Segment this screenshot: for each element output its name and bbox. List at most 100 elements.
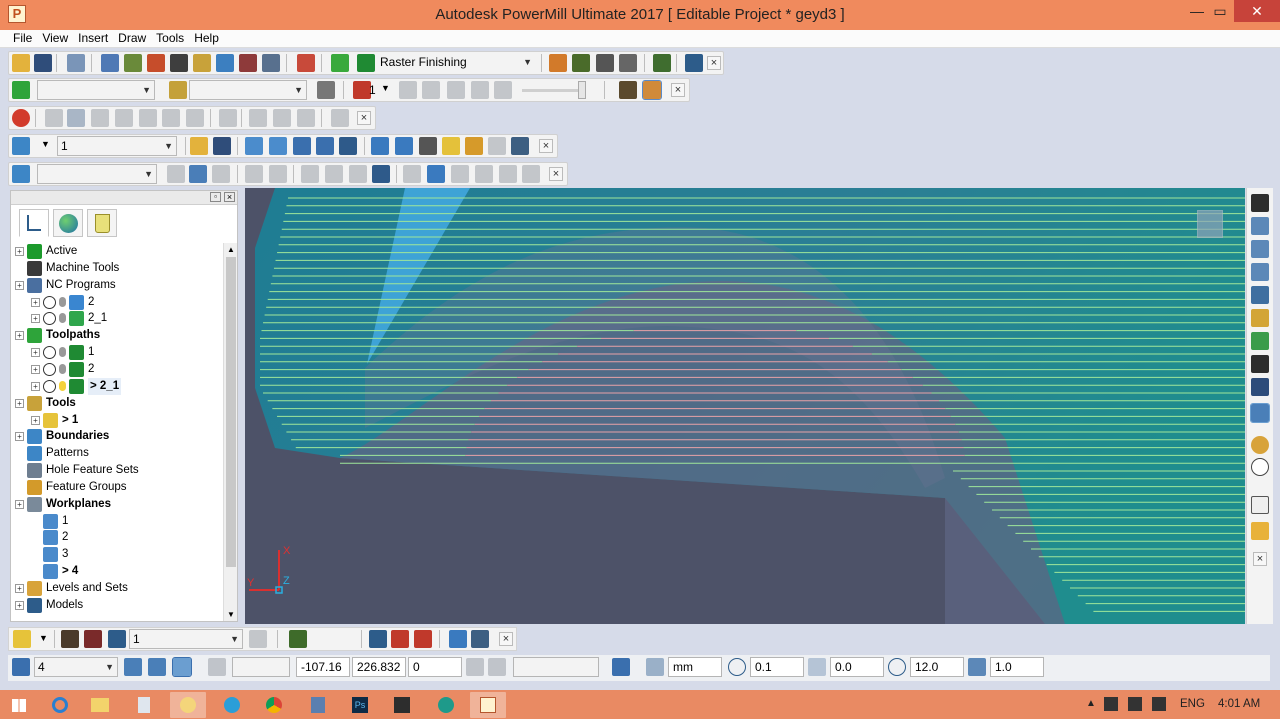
close-simulation-toolbar-icon[interactable]: × — [671, 83, 685, 97]
view-side-icon[interactable] — [1251, 240, 1269, 258]
tray-up-arrow-icon[interactable]: ▲ — [1086, 698, 1096, 709]
pattern-save-icon[interactable] — [269, 165, 287, 183]
scroll-down-icon[interactable]: ▼ — [227, 610, 235, 619]
end-point-icon[interactable] — [239, 54, 257, 72]
close-view-toolbar-icon[interactable]: × — [1253, 552, 1267, 566]
close-panel-icon[interactable]: × — [224, 192, 235, 202]
tool-shade-disabled-icon[interactable] — [249, 630, 267, 648]
pattern-curve-icon[interactable] — [301, 165, 319, 183]
close-tool-toolbar-icon[interactable]: × — [499, 632, 513, 646]
stock-select[interactable]: 4 ▼ — [34, 657, 118, 677]
viewmill-active-icon[interactable] — [67, 109, 85, 127]
save-boundary-icon[interactable] — [213, 137, 231, 155]
wireframe-globe-icon[interactable] — [1251, 458, 1269, 476]
zoom-all-icon[interactable] — [1251, 355, 1269, 373]
toolpath-editor-icon[interactable] — [572, 54, 590, 72]
pattern-reverse-icon[interactable] — [427, 165, 445, 183]
expand-icon[interactable]: + — [31, 348, 40, 358]
pattern-eraser-icon[interactable] — [451, 165, 469, 183]
expand-icon[interactable]: + — [31, 415, 40, 425]
expand-icon[interactable]: + — [31, 364, 40, 374]
bulb-icon[interactable] — [59, 380, 66, 391]
boundary-select[interactable]: 1 ▼ — [57, 136, 177, 156]
leads-links-icon[interactable] — [193, 54, 211, 72]
thickness-field[interactable]: 0.0 — [830, 657, 884, 677]
expand-icon[interactable]: + — [15, 398, 24, 408]
cut-icon[interactable] — [511, 137, 529, 155]
diameter-field[interactable]: 12.0 — [910, 657, 964, 677]
reverse-icon[interactable] — [395, 137, 413, 155]
menu-insert[interactable]: Insert — [73, 30, 113, 47]
taskbar-telegram[interactable] — [214, 692, 250, 718]
eraser-icon[interactable] — [442, 137, 460, 155]
coord-y-field[interactable]: 226.832 — [352, 657, 406, 677]
view-front-icon[interactable] — [1251, 217, 1269, 235]
taskbar-notes[interactable] — [126, 692, 162, 718]
calculate-toolpath-icon[interactable] — [549, 54, 567, 72]
workplane-icon[interactable] — [653, 54, 671, 72]
step-forward-icon[interactable] — [471, 81, 489, 99]
start-button[interactable] — [2, 692, 36, 718]
bulb-icon[interactable] — [317, 81, 335, 99]
pick-cursor-icon[interactable] — [1251, 522, 1269, 540]
workplane-status-2-icon[interactable] — [148, 658, 166, 676]
exit-viewmill-icon[interactable] — [331, 109, 349, 127]
ruler-icon[interactable] — [619, 54, 637, 72]
calculator-icon[interactable] — [596, 54, 614, 72]
taskbar-chrome[interactable] — [256, 692, 292, 718]
stepover-field[interactable]: 1.0 — [990, 657, 1044, 677]
tray-device-icon[interactable] — [1128, 697, 1142, 711]
network-icon[interactable] — [1152, 697, 1166, 711]
workplane-status-3-icon[interactable] — [172, 657, 192, 677]
simulation-mode-icon[interactable] — [619, 81, 637, 99]
menu-file[interactable]: File — [8, 30, 37, 47]
pattern-redo-icon[interactable] — [499, 165, 517, 183]
simulation-entity-select[interactable]: ▼ — [37, 80, 155, 100]
gouge-check-icon[interactable] — [391, 630, 409, 648]
float-panel-icon[interactable]: ▫ — [210, 192, 221, 202]
units-field[interactable]: mm — [668, 657, 722, 677]
split-icon[interactable] — [339, 137, 357, 155]
rewind-icon[interactable] — [399, 81, 417, 99]
zoom-box-icon[interactable] — [1251, 378, 1269, 396]
save-icon[interactable] — [34, 54, 52, 72]
checkmark-icon[interactable] — [43, 346, 56, 360]
frame-dropdown-icon[interactable]: ▼ — [381, 83, 390, 93]
menu-view[interactable]: View — [37, 30, 73, 47]
pattern-undo-icon[interactable] — [475, 165, 493, 183]
record-icon[interactable] — [12, 109, 30, 127]
coord-z-field[interactable]: 0 — [408, 657, 462, 677]
select-cursor-icon[interactable] — [1251, 496, 1269, 514]
pattern-open-icon[interactable] — [245, 165, 263, 183]
view-cube-icon[interactable] — [1197, 210, 1223, 238]
block-icon[interactable] — [101, 54, 119, 72]
pattern-select[interactable]: ▼ — [37, 164, 157, 184]
expand-icon[interactable]: + — [15, 331, 24, 341]
start-point-icon[interactable] — [216, 54, 234, 72]
menu-tools[interactable]: Tools — [151, 30, 189, 47]
view-box-icon[interactable] — [1251, 286, 1269, 304]
expand-icon[interactable]: + — [31, 297, 40, 307]
open-boundary-icon[interactable] — [190, 137, 208, 155]
step-back-icon[interactable] — [422, 81, 440, 99]
offset-icon[interactable] — [293, 137, 311, 155]
grid-value[interactable] — [232, 657, 290, 677]
toolpath-strategy-icon[interactable] — [331, 54, 349, 72]
status-sim-icon[interactable] — [612, 658, 630, 676]
tool-tip-icon[interactable] — [108, 630, 126, 648]
graphics-viewport[interactable]: X Y Z — [245, 188, 1245, 624]
play-icon[interactable] — [447, 81, 465, 99]
holder-check-icon[interactable] — [414, 630, 432, 648]
shade-cmp-icon[interactable] — [186, 109, 204, 127]
open-folder-icon[interactable] — [12, 54, 30, 72]
language-indicator[interactable]: ENG — [1180, 698, 1205, 710]
coord-mode-icon[interactable] — [466, 658, 484, 676]
plain-shade-icon[interactable] — [1251, 436, 1269, 454]
coord-x-field[interactable]: -107.16 — [296, 657, 350, 677]
expand-icon[interactable]: + — [31, 381, 40, 391]
taskbar-app-4[interactable] — [428, 692, 464, 718]
close-viewmill-toolbar-icon[interactable]: × — [357, 111, 371, 125]
stock-save-state-icon[interactable] — [297, 109, 315, 127]
expand-icon[interactable]: + — [15, 600, 24, 610]
toolpath-graphics[interactable]: X Y Z — [245, 188, 1245, 624]
